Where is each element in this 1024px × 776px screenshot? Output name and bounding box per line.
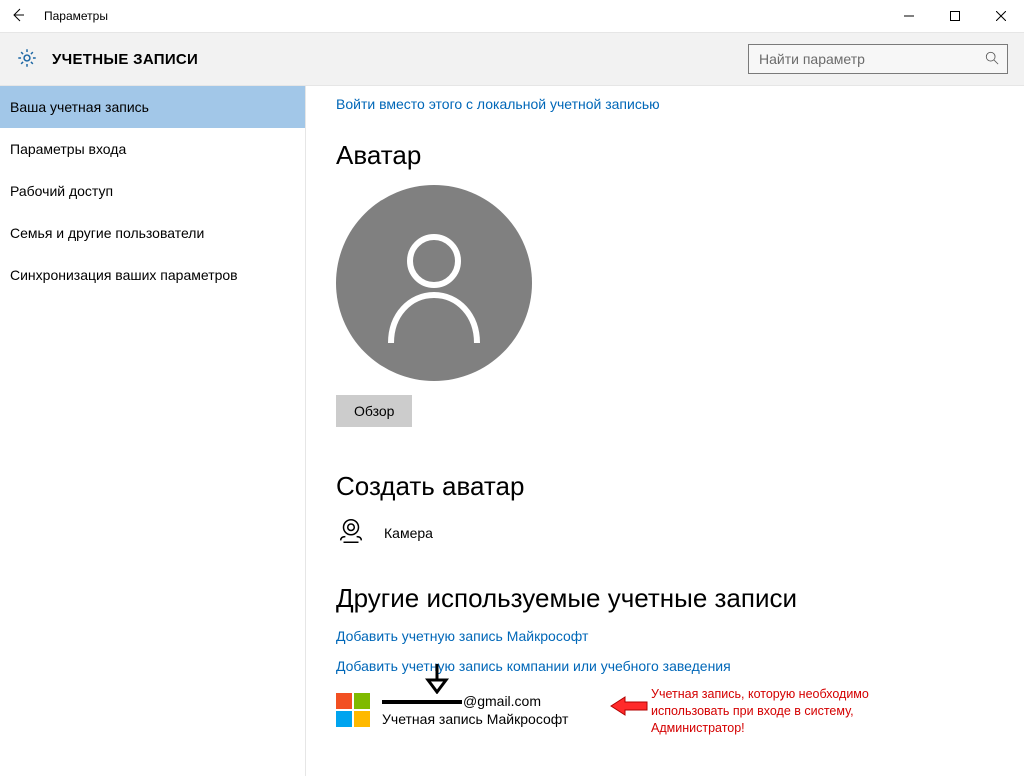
sidebar-item-your-account[interactable]: Ваша учетная запись [0, 86, 305, 128]
search-input[interactable] [757, 50, 985, 68]
close-button[interactable] [978, 0, 1024, 32]
search-box[interactable] [748, 44, 1008, 74]
sidebar-item-work-access[interactable]: Рабочий доступ [0, 170, 305, 212]
sidebar-item-family[interactable]: Семья и другие пользователи [0, 212, 305, 254]
avatar-heading: Аватар [336, 140, 1024, 171]
account-row[interactable]: @gmail.com Учетная запись Майкрософт Уче… [336, 692, 1024, 728]
content: Войти вместо этого с локальной учетной з… [306, 86, 1024, 776]
header: УЧЕТНЫЕ ЗАПИСИ [0, 33, 1024, 86]
microsoft-logo-icon [336, 693, 370, 727]
add-ms-account-link[interactable]: Добавить учетную запись Майкрософт [336, 628, 1024, 644]
annotation-text: Учетная запись, которую необходимо испол… [651, 686, 891, 737]
annotation-arrow-left-icon [609, 695, 649, 720]
annotation-arrow-down-icon [424, 662, 450, 697]
maximize-button[interactable] [932, 0, 978, 32]
camera-label: Камера [384, 525, 433, 541]
gear-icon [16, 47, 38, 72]
other-accounts-heading: Другие используемые учетные записи [336, 583, 1024, 614]
sidebar-item-sync[interactable]: Синхронизация ваших параметров [0, 254, 305, 296]
camera-option[interactable]: Камера [336, 516, 1024, 549]
titlebar: Параметры [0, 0, 1024, 33]
browse-button[interactable]: Обзор [336, 395, 412, 427]
minimize-button[interactable] [886, 0, 932, 32]
create-avatar-heading: Создать аватар [336, 471, 1024, 502]
avatar-image [336, 185, 532, 381]
window-title: Параметры [44, 9, 108, 23]
back-icon[interactable] [10, 7, 26, 26]
sidebar-item-sign-in-options[interactable]: Параметры входа [0, 128, 305, 170]
sidebar: Ваша учетная запись Параметры входа Рабо… [0, 86, 306, 776]
camera-icon [336, 516, 366, 549]
search-icon [985, 51, 999, 68]
account-email: @gmail.com [382, 692, 568, 710]
page-title: УЧЕТНЫЕ ЗАПИСИ [52, 51, 734, 68]
sign-in-local-link[interactable]: Войти вместо этого с локальной учетной з… [336, 96, 1024, 112]
account-subtitle: Учетная запись Майкрософт [382, 710, 568, 728]
